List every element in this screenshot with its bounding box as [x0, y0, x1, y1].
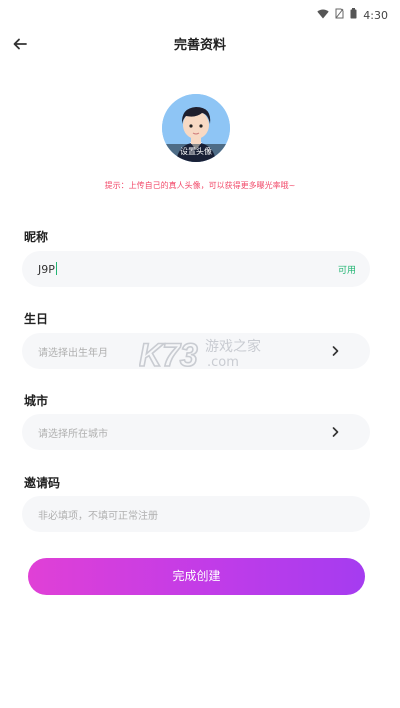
status-bar: 4:30 — [0, 0, 400, 30]
wifi-icon — [317, 9, 329, 22]
birthday-label: 生日 — [24, 312, 49, 326]
nickname-text: J9P — [38, 263, 55, 276]
nickname-label: 昵称 — [24, 230, 49, 244]
avatar-upload-button[interactable]: 设置头像 — [162, 94, 230, 162]
invite-code-input[interactable]: 非必填项，不填可正常注册 — [22, 496, 370, 532]
avatar-caption: 设置头像 — [162, 144, 230, 162]
nickname-input[interactable]: J9P 可用 — [22, 251, 370, 287]
page-title: 完善资料 — [173, 38, 226, 53]
avatar-tip: 提示：上传自己的真人头像，可以获得更多曝光率哦~ — [104, 181, 296, 190]
status-icons: 4:30 — [317, 8, 388, 22]
city-label: 城市 — [24, 394, 49, 408]
birthday-picker[interactable]: 请选择出生年月 — [22, 333, 370, 369]
chevron-right-icon — [328, 343, 342, 359]
status-time: 4:30 — [363, 8, 388, 22]
no-sim-icon — [335, 8, 344, 22]
city-placeholder: 请选择所在城市 — [38, 429, 108, 440]
invite-code-placeholder: 非必填项，不填可正常注册 — [38, 511, 158, 522]
city-picker[interactable]: 请选择所在城市 — [22, 414, 370, 450]
chevron-right-icon — [328, 424, 342, 440]
nickname-available-badge: 可用 — [337, 266, 356, 276]
create-profile-button[interactable]: 完成创建 — [28, 558, 365, 595]
header: 完善资料 — [0, 30, 400, 56]
nickname-value: J9P — [38, 262, 57, 276]
birthday-placeholder: 请选择出生年月 — [38, 348, 108, 359]
invite-code-label: 邀请码 — [24, 476, 61, 490]
battery-icon — [350, 8, 357, 22]
text-cursor — [55, 262, 57, 275]
